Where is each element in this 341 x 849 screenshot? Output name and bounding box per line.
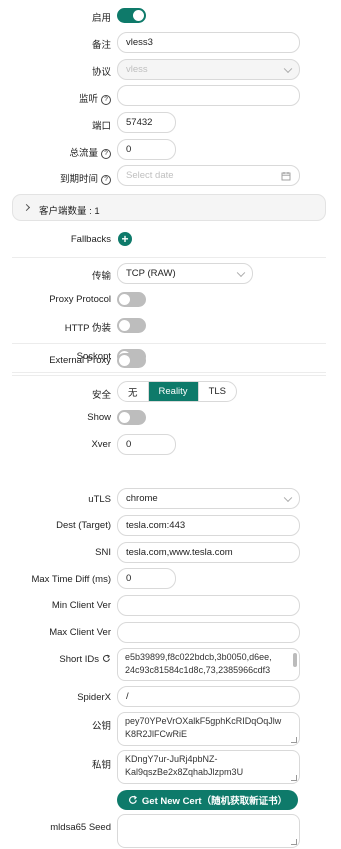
remark-label: 备注 bbox=[91, 40, 111, 51]
refresh-icon[interactable] bbox=[102, 654, 111, 663]
port-label: 端口 bbox=[91, 121, 111, 132]
clients-count-label: 客户端数量 : 1 bbox=[39, 206, 100, 217]
remark-input[interactable]: vless3 bbox=[117, 32, 300, 53]
private-key-label: 私钥 bbox=[91, 760, 111, 771]
public-key-line: pey70YPeVrOXalkF5gphKcRIDqOqJlw bbox=[125, 716, 282, 726]
scrollbar-thumb[interactable] bbox=[293, 653, 297, 667]
resize-grip-icon[interactable] bbox=[291, 839, 297, 845]
spiderx-input[interactable]: / bbox=[117, 686, 300, 707]
proxy-protocol-toggle[interactable] bbox=[117, 292, 146, 307]
sni-label: SNI bbox=[95, 547, 111, 558]
listen-label: 监听? bbox=[79, 91, 111, 105]
chevron-right-icon bbox=[22, 203, 31, 212]
xver-label: Xver bbox=[91, 439, 111, 450]
min-client-ver-label: Min Client Ver bbox=[51, 600, 111, 611]
sni-value: tesla.com,www.tesla.com bbox=[126, 547, 233, 558]
private-key-line: KDngY7ur-JuRj4pbNZ- bbox=[125, 754, 218, 764]
dest-label: Dest (Target) bbox=[56, 520, 111, 531]
divider bbox=[12, 375, 326, 376]
proxy-protocol-label: Proxy Protocol bbox=[49, 294, 111, 305]
divider bbox=[12, 343, 326, 344]
max-client-ver-label: Max Client Ver bbox=[49, 627, 111, 638]
calendar-icon bbox=[281, 172, 291, 181]
port-input[interactable]: 57432 bbox=[117, 112, 176, 133]
short-ids-textarea[interactable]: e5b39899,f8c022bdcb,3b0050,d6ee, 24c93c8… bbox=[117, 648, 300, 681]
max-time-diff-label: Max Time Diff (ms) bbox=[31, 574, 111, 585]
public-key-line: K8R2JlFCwRiE bbox=[125, 729, 188, 739]
protocol-label: 协议 bbox=[91, 67, 111, 78]
chevron-down-icon bbox=[283, 64, 293, 73]
utls-label: uTLS bbox=[88, 494, 111, 505]
mldsa65-seed-textarea[interactable] bbox=[117, 814, 300, 848]
short-ids-line: e5b39899,f8c022bdcb,3b0050,d6ee, bbox=[125, 652, 272, 662]
security-label: 安全 bbox=[91, 390, 111, 401]
max-time-diff-value: 0 bbox=[126, 573, 132, 584]
spiderx-value: / bbox=[126, 691, 129, 702]
help-icon[interactable]: ? bbox=[101, 149, 111, 159]
show-toggle[interactable] bbox=[117, 410, 146, 425]
resize-grip-icon[interactable] bbox=[291, 775, 297, 781]
help-icon[interactable]: ? bbox=[101, 175, 111, 185]
security-option-0[interactable]: 无 bbox=[118, 382, 149, 401]
public-key-textarea[interactable]: pey70YPeVrOXalkF5gphKcRIDqOqJlw K8R2JlFC… bbox=[117, 712, 300, 746]
xver-input[interactable]: 0 bbox=[117, 434, 176, 455]
resize-grip-icon[interactable] bbox=[291, 737, 297, 743]
mldsa65-seed-label: mldsa65 Seed bbox=[50, 822, 111, 833]
external-proxy-label: External Proxy bbox=[49, 355, 111, 366]
http-camouflage-toggle[interactable] bbox=[117, 318, 146, 333]
total-traffic-input[interactable]: 0 bbox=[117, 139, 176, 160]
port-value: 57432 bbox=[126, 117, 153, 128]
utls-select[interactable]: chrome bbox=[117, 488, 300, 509]
min-client-ver-input[interactable] bbox=[117, 595, 300, 616]
private-key-line: Kal9qszBe2x8ZqhabJlzpm3U bbox=[125, 767, 244, 777]
total-traffic-label: 总流量? bbox=[69, 145, 111, 159]
security-option-2[interactable]: TLS bbox=[199, 382, 236, 401]
dest-value: tesla.com:443 bbox=[126, 520, 186, 531]
xver-value: 0 bbox=[126, 439, 132, 450]
sni-input[interactable]: tesla.com,www.tesla.com bbox=[117, 542, 300, 563]
remark-value: vless3 bbox=[126, 37, 153, 48]
security-option-1[interactable]: Reality bbox=[148, 382, 199, 401]
security-selector[interactable]: 无 Reality TLS bbox=[117, 381, 237, 402]
expiry-placeholder: Select date bbox=[126, 170, 174, 181]
dest-input[interactable]: tesla.com:443 bbox=[117, 515, 300, 536]
listen-input[interactable] bbox=[117, 85, 300, 106]
short-ids-line: 24c93c81584c1d8c,73,2385966cdf3 bbox=[125, 665, 271, 675]
clients-collapse[interactable]: 客户端数量 : 1 bbox=[12, 194, 326, 221]
utls-value: chrome bbox=[126, 493, 158, 504]
enable-toggle[interactable] bbox=[117, 8, 146, 23]
help-icon[interactable]: ? bbox=[101, 95, 111, 105]
http-camouflage-label: HTTP 伪装 bbox=[64, 323, 111, 334]
max-time-diff-input[interactable]: 0 bbox=[117, 568, 176, 589]
show-label: Show bbox=[87, 412, 111, 423]
transport-value: TCP (RAW) bbox=[126, 268, 176, 279]
protocol-select[interactable]: vless bbox=[117, 59, 300, 80]
expiry-date-picker[interactable]: Select date bbox=[117, 165, 300, 186]
get-new-cert-button[interactable]: Get New Cert（随机获取新证书） bbox=[117, 790, 298, 810]
expiry-label: 到期时间? bbox=[60, 171, 111, 185]
enable-label: 启用 bbox=[91, 13, 111, 24]
chevron-down-icon bbox=[283, 493, 293, 502]
get-new-cert-label: Get New Cert（随机获取新证书） bbox=[141, 796, 288, 807]
short-ids-label: Short IDs bbox=[59, 654, 111, 665]
add-fallback-button[interactable]: + bbox=[118, 232, 132, 246]
public-key-label: 公钥 bbox=[91, 721, 111, 732]
divider bbox=[12, 257, 326, 258]
divider bbox=[12, 372, 326, 373]
private-key-textarea[interactable]: KDngY7ur-JuRj4pbNZ- Kal9qszBe2x8ZqhabJlz… bbox=[117, 750, 300, 784]
total-traffic-value: 0 bbox=[126, 144, 132, 155]
transport-select[interactable]: TCP (RAW) bbox=[117, 263, 253, 284]
max-client-ver-input[interactable] bbox=[117, 622, 300, 643]
chevron-down-icon bbox=[236, 268, 246, 277]
spiderx-label: SpiderX bbox=[77, 692, 111, 703]
refresh-icon bbox=[128, 795, 137, 804]
external-proxy-toggle[interactable] bbox=[117, 353, 146, 368]
fallbacks-label: Fallbacks bbox=[70, 234, 111, 245]
protocol-value: vless bbox=[126, 64, 148, 75]
transport-label: 传输 bbox=[91, 271, 111, 282]
